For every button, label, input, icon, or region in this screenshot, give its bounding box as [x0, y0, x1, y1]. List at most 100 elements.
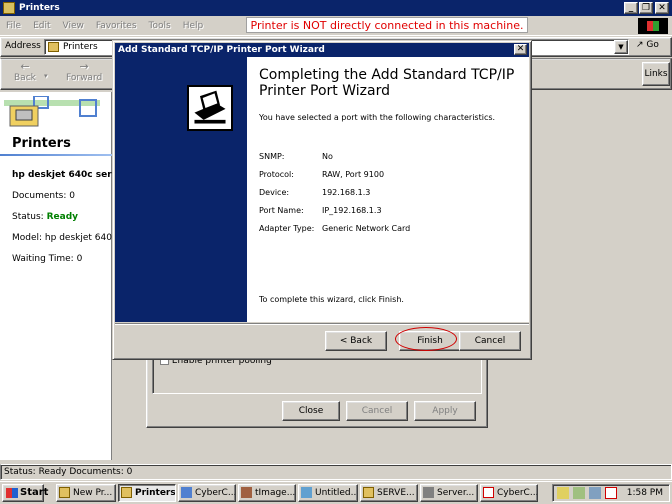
wizard-title: Add Standard TCP/IP Printer Port Wizard [118, 45, 325, 55]
forward-button[interactable]: → Forward [66, 60, 102, 83]
wizard-side-panel [115, 57, 247, 322]
menu-view[interactable]: View [63, 21, 84, 31]
printers-folder-icon [121, 487, 132, 498]
menu-edit[interactable]: Edit [33, 21, 50, 31]
folder-icon [48, 42, 59, 52]
menu-file[interactable]: File [6, 21, 21, 31]
start-label: Start [20, 487, 49, 498]
protocol-value: RAW, Port 9100 [322, 170, 385, 179]
window-title: Printers [19, 3, 60, 13]
warning-banner: Printer is NOT directly connected in thi… [246, 17, 528, 33]
address-dropdown-button[interactable]: ▼ [614, 40, 628, 54]
address-value: Printers [63, 42, 98, 52]
menu-favorites[interactable]: Favorites [96, 21, 137, 31]
menu-help[interactable]: Help [183, 21, 204, 31]
status-bar: Status: Ready Documents: 0 [0, 464, 672, 480]
app-icon [483, 487, 494, 498]
task-server[interactable]: Server... [420, 484, 478, 502]
printer-name: hp deskjet 640c series [12, 170, 112, 180]
printer-banner-icon [4, 96, 100, 127]
links-button[interactable]: Links [642, 62, 670, 86]
task-cyberc-1[interactable]: CyberC... [178, 484, 236, 502]
wizard-back-button[interactable]: < Back [325, 331, 387, 351]
go-arrow-icon: ↗ [636, 40, 644, 50]
printers-folder-icon [3, 2, 15, 14]
task-label: Server... [437, 488, 475, 498]
address-label: Address [5, 41, 41, 51]
task-cyberc-2[interactable]: CyberC... [480, 484, 538, 502]
printer-wizard-icon [187, 85, 233, 131]
protocol-label: Protocol: [259, 170, 294, 179]
tray-app-icon[interactable] [605, 487, 617, 499]
port-name-label: Port Name: [259, 206, 304, 215]
windows-flag-icon [6, 488, 18, 498]
task-timage[interactable]: tImage... [238, 484, 296, 502]
adapter-type-value: Generic Network Card [322, 224, 411, 233]
paint-icon [301, 487, 312, 498]
close-button[interactable]: ✕ [655, 2, 669, 14]
back-label: Back [14, 73, 36, 83]
back-dropdown-icon[interactable]: ▾ [44, 72, 48, 80]
start-button[interactable]: Start [2, 484, 48, 502]
adapter-type-label: Adapter Type: [259, 224, 315, 233]
status-label: Status: [12, 212, 44, 222]
menu-tools[interactable]: Tools [149, 21, 171, 31]
properties-close-button[interactable]: Close [282, 401, 340, 421]
forward-arrow-icon: → [79, 60, 89, 73]
wizard-heading: Completing the Add Standard TCP/IP Print… [259, 67, 515, 99]
main-title-bar[interactable]: Printers _ ❐ ✕ [0, 0, 672, 16]
go-label: Go [646, 40, 659, 50]
snmp-label: SNMP: [259, 152, 285, 161]
left-pane-title: Printers [12, 136, 71, 151]
minimize-button[interactable]: _ [624, 2, 638, 14]
back-button[interactable]: ← Back [14, 60, 36, 83]
task-label: Printers [135, 488, 176, 498]
finish-highlight-ring [395, 327, 457, 351]
image-icon [241, 487, 252, 498]
task-label: New Pr... [73, 488, 113, 498]
status-value: Ready [46, 212, 79, 222]
task-label: Untitled... [315, 488, 358, 498]
forward-label: Forward [66, 73, 103, 83]
wizard-close-button[interactable]: ✕ [514, 44, 527, 55]
system-tray: 1:58 PM [552, 484, 670, 502]
tray-network-icon[interactable] [573, 487, 585, 499]
task-printers[interactable]: Printers [118, 484, 176, 502]
browser-icon [181, 487, 192, 498]
folder-icon [59, 487, 70, 498]
maximize-button[interactable]: ❐ [639, 2, 653, 14]
tray-volume-icon[interactable] [589, 487, 601, 499]
wizard-separator [115, 323, 529, 325]
device-label: Device: [259, 188, 290, 197]
clock[interactable]: 1:58 PM [627, 485, 663, 501]
task-label: tImage... [255, 488, 296, 498]
wizard-cancel-button[interactable]: Cancel [459, 331, 521, 351]
left-pane-divider [0, 154, 112, 156]
task-label: CyberC... [195, 488, 236, 498]
task-new-printer[interactable]: New Pr... [56, 484, 116, 502]
server-icon [423, 487, 434, 498]
wizard-title-bar[interactable]: Add Standard TCP/IP Printer Port Wizard … [115, 43, 529, 57]
port-name-value: IP_192.168.1.3 [322, 206, 382, 215]
wizard-body: Completing the Add Standard TCP/IP Print… [247, 57, 529, 322]
properties-cancel-button[interactable]: Cancel [346, 401, 408, 421]
documents-count: Documents: 0 [12, 191, 75, 201]
tcpip-port-wizard: Add Standard TCP/IP Printer Port Wizard … [112, 40, 532, 360]
windows-logo-icon [638, 18, 668, 34]
task-untitled[interactable]: Untitled... [298, 484, 358, 502]
wizard-intro: You have selected a port with the follow… [259, 113, 496, 122]
model-line: Model: hp deskjet 640c series [12, 233, 112, 243]
status-line: Status: Ready [12, 212, 112, 222]
task-serve[interactable]: SERVE... [360, 484, 418, 502]
back-arrow-icon: ← [20, 60, 30, 73]
snmp-value: No [322, 152, 333, 161]
task-label: CyberC... [497, 488, 538, 498]
go-button[interactable]: ↗ Go [636, 40, 659, 50]
waiting-time: Waiting Time: 0 [12, 254, 83, 264]
tray-pen-icon[interactable] [557, 487, 569, 499]
folder-icon [363, 487, 374, 498]
properties-apply-button[interactable]: Apply [414, 401, 476, 421]
device-value: 192.168.1.3 [322, 188, 371, 197]
wizard-footer: To complete this wizard, click Finish. [259, 295, 404, 304]
task-label: SERVE... [377, 488, 415, 498]
